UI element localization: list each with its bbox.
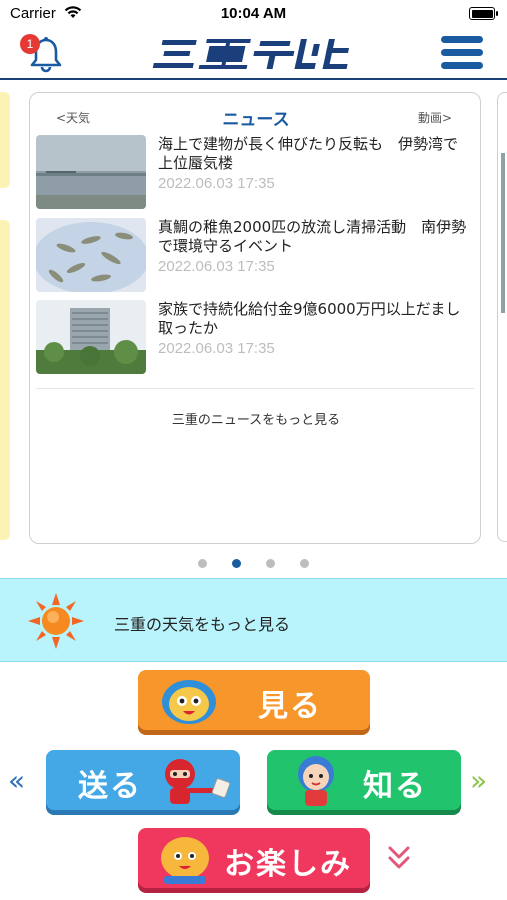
mascot-icon xyxy=(161,837,209,884)
miru-button[interactable]: 見る xyxy=(138,670,370,730)
weather-more-label: 三重の天気をもっと見る xyxy=(114,615,291,634)
battery-icon xyxy=(469,7,498,20)
scroll-down-icon[interactable] xyxy=(386,844,412,874)
scroll-left-icon[interactable]: « xyxy=(8,764,25,797)
notification-button[interactable]: 1 xyxy=(20,32,68,76)
otanoshimi-button[interactable]: お楽しみ xyxy=(138,828,370,888)
app-header: 1 xyxy=(0,26,507,80)
carousel-pager xyxy=(0,553,507,572)
more-news-link[interactable]: 三重のニュースをもっと見る xyxy=(30,409,482,428)
news-headline: 家族で持続化給付金9億6000万円以上だまし取ったか xyxy=(158,300,461,337)
okuru-label: 送る xyxy=(78,769,142,804)
miru-label: 見る xyxy=(258,689,322,724)
shiru-label: 知る xyxy=(363,769,427,804)
weather-banner[interactable]: 三重の天気をもっと見る xyxy=(0,578,507,662)
mie-tv-logo xyxy=(150,34,360,74)
pager-dot[interactable] xyxy=(197,559,207,568)
previous-card-peek[interactable] xyxy=(0,92,10,542)
news-date: 2022.06.03 17:35 xyxy=(158,258,275,275)
video-tab-link[interactable]: 動画> xyxy=(418,109,452,126)
news-card: <天気 ニュース 動画> 海上で建物が長く伸びたり反転も 伊勢湾で上位蜃気楼 2… xyxy=(29,92,481,544)
divider xyxy=(36,388,474,389)
news-item[interactable]: 真鯛の稚魚2000匹の放流し清掃活動 南伊勢で環境守るイベント 2022.06.… xyxy=(36,218,476,296)
news-item[interactable]: 海上で建物が長く伸びたり反転も 伊勢湾で上位蜃気楼 2022.06.03 17:… xyxy=(36,135,476,213)
news-headline: 真鯛の稚魚2000匹の放流し清掃活動 南伊勢で環境守るイベント xyxy=(158,218,467,255)
pager-dot-active[interactable] xyxy=(231,559,241,568)
news-date: 2022.06.03 17:35 xyxy=(158,340,275,357)
shiru-button[interactable]: 知る xyxy=(267,750,461,810)
scroll-right-icon[interactable]: » xyxy=(470,764,487,797)
news-thumbnail-building xyxy=(36,300,146,374)
pager-dot[interactable] xyxy=(300,559,310,568)
news-thumbnail-fish xyxy=(36,218,146,292)
okuru-button[interactable]: 送る xyxy=(46,750,240,810)
news-headline: 海上で建物が長く伸びたり反転も 伊勢湾で上位蜃気楼 xyxy=(158,135,459,172)
news-date: 2022.06.03 17:35 xyxy=(158,175,275,192)
hamburger-menu-button[interactable] xyxy=(441,36,483,72)
otanoshimi-label: お楽しみ xyxy=(224,847,352,882)
news-thumbnail-sea xyxy=(36,135,146,209)
news-card-title: ニュース xyxy=(222,110,290,130)
menu-icon xyxy=(441,36,483,43)
status-bar: Carrier 10:04 AM xyxy=(0,0,507,26)
reporter-mascot-icon xyxy=(298,756,334,806)
news-item[interactable]: 家族で持続化給付金9億6000万円以上だまし取ったか 2022.06.03 17… xyxy=(36,300,476,378)
pager-dot[interactable] xyxy=(266,559,276,568)
sun-icon xyxy=(28,593,84,649)
ninja-mascot-icon xyxy=(165,759,231,804)
notification-badge: 1 xyxy=(20,34,40,54)
next-card-peek[interactable] xyxy=(497,92,507,542)
mascot-icon xyxy=(162,680,216,724)
clock: 10:04 AM xyxy=(220,5,287,22)
